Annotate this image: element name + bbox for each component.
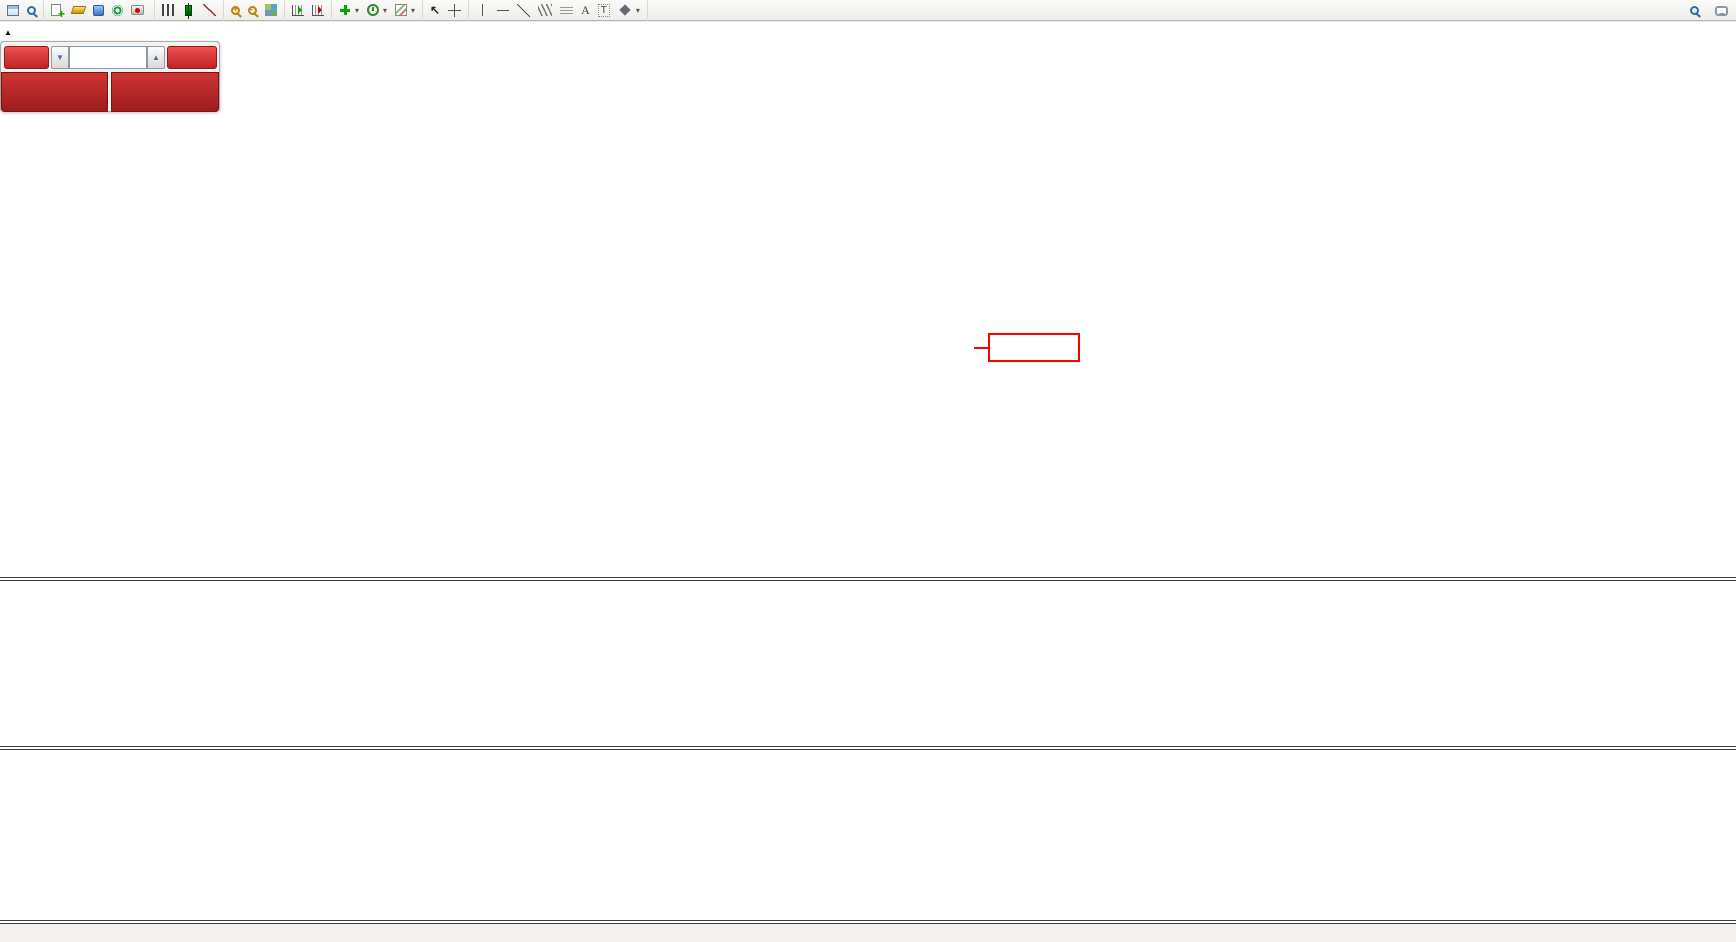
macd-panel[interactable] — [0, 581, 1736, 746]
toolbar: + - ▾ ▾ ▾ ↖ A T ▾ — [0, 0, 1736, 21]
toolbar-group-general — [0, 0, 43, 21]
zoom-out-icon: - — [248, 6, 257, 15]
rsi-panel[interactable] — [0, 750, 1736, 920]
rsi-canvas[interactable] — [0, 750, 1736, 920]
cursor-button[interactable]: ↖ — [426, 1, 444, 20]
autotrading-icon — [131, 5, 144, 15]
one-click-trade-panel: ▼ ▲ — [0, 41, 220, 112]
price-callout-label[interactable] — [988, 333, 1080, 362]
toolbar-group-objects: A T ▾ — [468, 0, 647, 21]
toolbar-group-trade — [43, 0, 154, 21]
sell-button[interactable] — [4, 46, 49, 69]
text-label-icon: T — [598, 4, 610, 17]
chat-button[interactable] — [1711, 1, 1732, 20]
crosshair-icon — [448, 4, 461, 17]
trendline-icon — [517, 4, 530, 17]
search-button[interactable] — [1686, 1, 1703, 20]
timeframe-group — [647, 0, 654, 21]
sell-price-box[interactable] — [1, 72, 108, 112]
zoom-in-icon: + — [231, 6, 240, 15]
chevron-down-icon: ▾ — [636, 6, 640, 15]
channel-icon — [538, 4, 552, 16]
candlestick-icon — [185, 5, 192, 16]
volume-increase-button[interactable]: ▲ — [147, 46, 165, 69]
toolbar-group-add: ▾ ▾ ▾ — [331, 0, 422, 21]
shapes-button[interactable]: ▾ — [614, 1, 644, 20]
horizontal-line-button[interactable] — [493, 1, 513, 20]
indicators-template-icon — [395, 4, 407, 16]
main-chart-canvas[interactable] — [0, 22, 1736, 577]
line-chart-button[interactable] — [199, 1, 220, 20]
fibonacci-button[interactable] — [556, 1, 577, 20]
templates-button[interactable]: ▾ — [391, 1, 419, 20]
line-chart-icon — [203, 4, 216, 16]
market-watch-icon — [27, 6, 36, 15]
macd-canvas[interactable] — [0, 581, 1736, 746]
blue-doc-icon — [93, 5, 104, 16]
chat-icon — [1715, 6, 1728, 16]
text-button[interactable]: A — [577, 1, 594, 20]
main-chart-panel[interactable]: ▲ ▼ ▲ — [0, 22, 1736, 577]
toolbar-group-charttype — [154, 0, 223, 21]
autotrading-button[interactable] — [127, 1, 151, 20]
mt4-window: + - ▾ ▾ ▾ ↖ A T ▾ — [0, 0, 1736, 942]
crosshair-button[interactable] — [444, 1, 465, 20]
toolbar-group-zoom: + - — [223, 0, 284, 21]
tile-windows-button[interactable] — [261, 1, 281, 20]
chart-shift-icon — [312, 5, 324, 16]
volume-decrease-button[interactable]: ▼ — [51, 46, 69, 69]
add-chart-button[interactable]: ▾ — [335, 1, 363, 20]
zoom-out-button[interactable]: - — [244, 1, 261, 20]
gold-bar-icon — [71, 6, 87, 14]
buy-price-box[interactable] — [111, 72, 219, 112]
tile-windows-icon — [265, 4, 277, 16]
mql-button[interactable] — [68, 1, 89, 20]
plus-icon — [339, 4, 351, 16]
vertical-line-button[interactable] — [472, 1, 493, 20]
clock-icon — [367, 4, 379, 16]
cursor-icon: ↖ — [430, 4, 440, 16]
market-watch-button[interactable] — [23, 1, 40, 20]
chart-title: ▲ — [4, 28, 24, 37]
collapse-triangle-icon[interactable]: ▲ — [4, 28, 12, 37]
text-icon: A — [581, 4, 590, 16]
toolbar-right-icons — [1686, 0, 1732, 21]
toolbox-icon — [7, 5, 19, 16]
trade-panel-row: ▼ ▲ — [1, 46, 221, 69]
periods-button[interactable]: ▾ — [363, 1, 391, 20]
shapes-icon — [619, 4, 630, 15]
chart-window: ▲ ▼ ▲ — [0, 22, 1736, 942]
toolbar-group-cursor: ↖ — [422, 0, 468, 21]
chevron-down-icon: ▾ — [355, 6, 359, 15]
channel-button[interactable] — [534, 1, 556, 20]
chevron-down-icon: ▾ — [383, 6, 387, 15]
candle-chart-button[interactable] — [178, 1, 199, 20]
zoom-in-button[interactable]: + — [227, 1, 244, 20]
fibonacci-icon — [560, 5, 573, 16]
bar-chart-button[interactable] — [158, 1, 178, 20]
text-label-button[interactable]: T — [594, 1, 614, 20]
auto-scroll-icon — [292, 5, 304, 16]
search-icon — [1690, 6, 1699, 15]
chart-shift-button[interactable] — [308, 1, 328, 20]
signal-icon — [112, 5, 123, 16]
vertical-line-icon — [482, 4, 483, 16]
date-axis[interactable] — [0, 924, 1736, 942]
new-order-button[interactable] — [47, 1, 68, 20]
new-order-icon — [51, 4, 61, 16]
trendline-button[interactable] — [513, 1, 534, 20]
auto-scroll-button[interactable] — [288, 1, 308, 20]
bar-chart-icon — [162, 4, 174, 16]
toolbar-group-scroll — [284, 0, 331, 21]
community-button[interactable] — [89, 1, 108, 20]
toolbox-button[interactable] — [3, 1, 23, 20]
signals-button[interactable] — [108, 1, 127, 20]
chevron-down-icon: ▾ — [411, 6, 415, 15]
buy-button[interactable] — [167, 46, 217, 69]
volume-input[interactable] — [69, 46, 147, 69]
horizontal-line-icon — [497, 10, 509, 11]
